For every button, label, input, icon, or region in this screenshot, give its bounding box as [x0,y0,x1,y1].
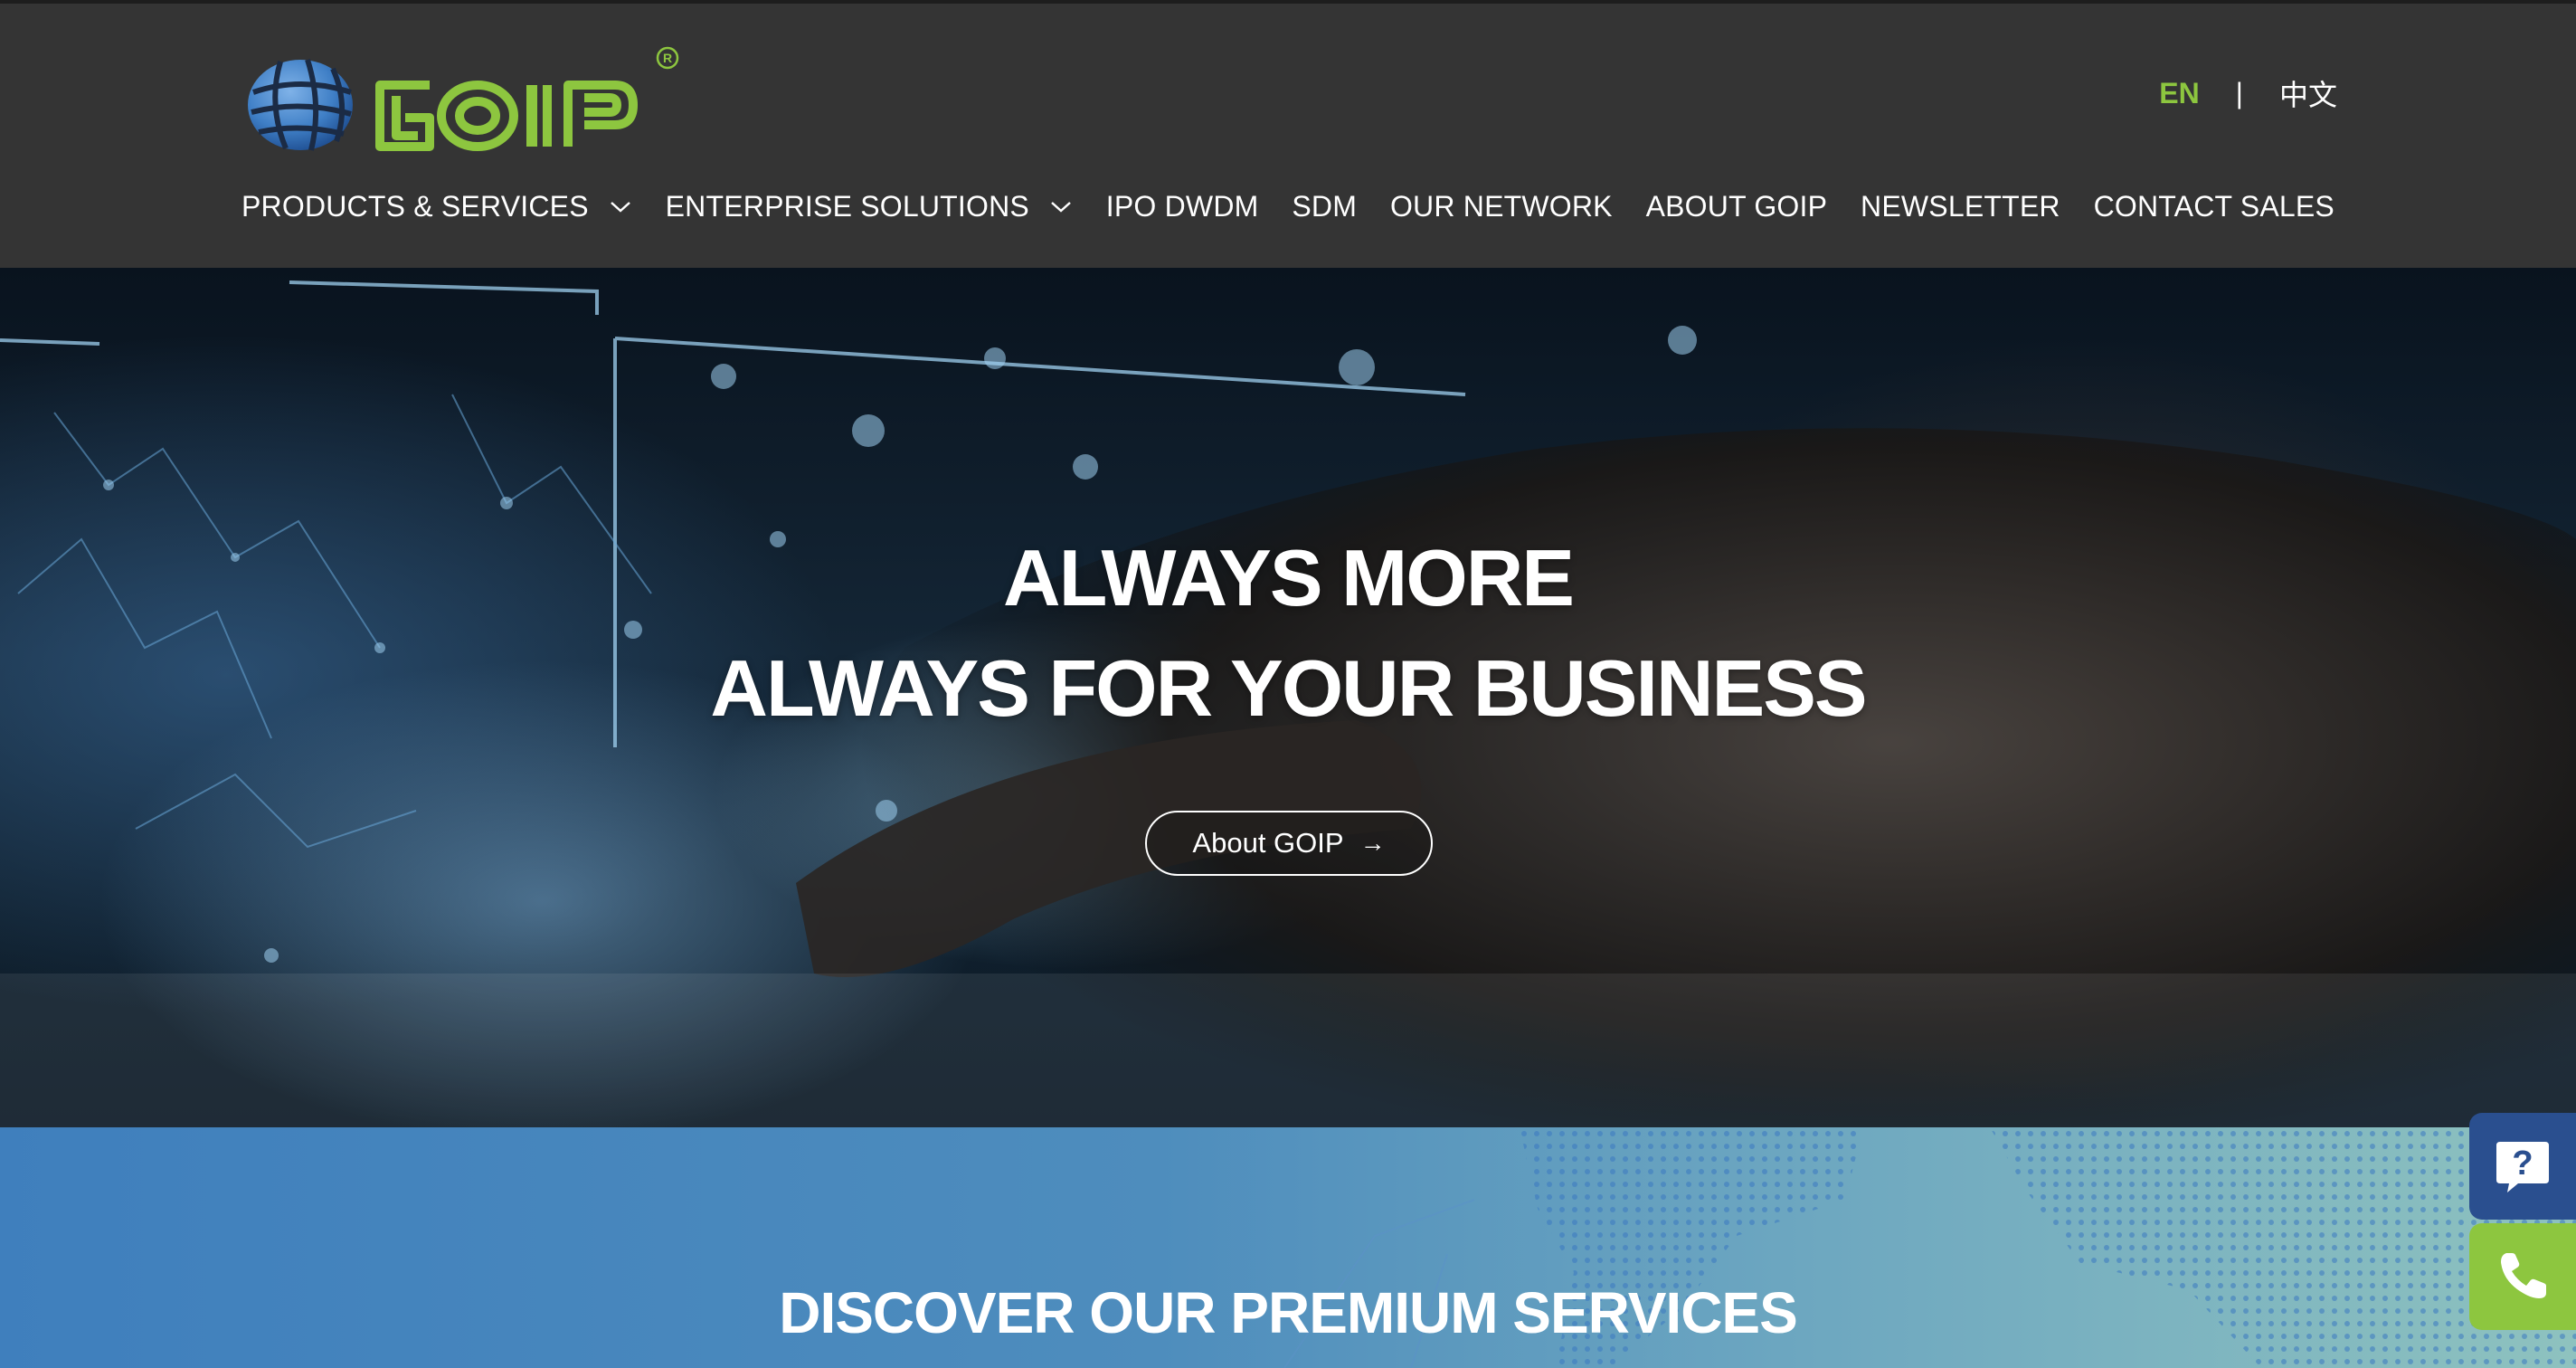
about-goip-button[interactable]: About GOIP → [1145,811,1433,876]
nav-contact-sales[interactable]: CONTACT SALES [2094,190,2334,223]
nav-newsletter[interactable]: NEWSLETTER [1861,190,2060,223]
nav-products-services[interactable]: PRODUCTS & SERVICES [242,190,632,223]
goip-logo[interactable]: R [244,40,687,157]
lang-separator: | [2235,76,2243,109]
nav-our-network[interactable]: OUR NETWORK [1390,190,1613,223]
arrow-right-icon: → [1359,829,1386,857]
call-button[interactable] [2469,1223,2576,1330]
language-switcher: EN | 中文 [2159,72,2337,114]
nav-enterprise-label: ENTERPRISE SOLUTIONS [665,190,1029,223]
hero-headline-line2: ALWAYS FOR YOUR BUSINESS [710,643,1867,733]
services-section: DISCOVER OUR PREMIUM SERVICES [0,1127,2576,1368]
lang-zh-link[interactable]: 中文 [2279,72,2337,114]
lang-en-link[interactable]: EN [2159,77,2199,110]
nav-about-goip[interactable]: ABOUT GOIP [1646,190,1828,223]
help-chat-button[interactable]: ? [2469,1113,2576,1220]
svg-text:?: ? [2512,1145,2533,1183]
chevron-down-icon [610,201,630,213]
site-header: R EN | 中文 PRODUCTS & SERVICES ENTERPRISE… [0,0,2576,268]
nav-sdm[interactable]: SDM [1292,190,1357,223]
globe-icon: R [248,46,679,151]
nav-ipo-dwdm[interactable]: IPO DWDM [1106,190,1259,223]
services-title: DISCOVER OUR PREMIUM SERVICES [779,1280,1798,1345]
question-chat-icon: ? [2496,1142,2549,1192]
about-goip-button-label: About GOIP [1192,827,1344,859]
chevron-down-icon [1051,201,1071,213]
hero-headline: ALWAYS MORE ALWAYS FOR YOUR BUSINESS [0,523,2576,744]
phone-icon [2501,1253,2546,1298]
main-nav: PRODUCTS & SERVICES ENTERPRISE SOLUTIONS… [242,190,2334,223]
nav-enterprise-solutions[interactable]: ENTERPRISE SOLUTIONS [666,190,1073,223]
svg-text:R: R [663,51,672,65]
hero-headline-line1: ALWAYS MORE [1003,533,1575,622]
nav-products-label: PRODUCTS & SERVICES [242,190,589,223]
hero-banner: ALWAYS MORE ALWAYS FOR YOUR BUSINESS Abo… [0,268,2576,1127]
